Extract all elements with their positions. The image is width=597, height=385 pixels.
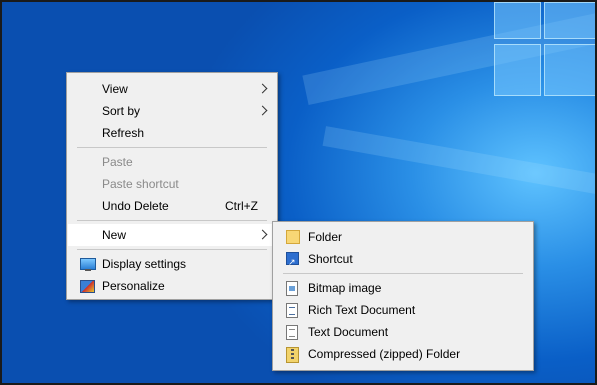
chevron-right-icon [257, 83, 268, 94]
folder-icon [286, 230, 300, 244]
shortcut-icon [286, 251, 299, 273]
menu-item-refresh[interactable]: Refresh [68, 122, 276, 144]
light-beam [322, 126, 595, 198]
chevron-right-icon [257, 105, 268, 116]
submenu-item-rich-text-document[interactable]: Rich Text Document [274, 299, 532, 321]
menu-separator [77, 220, 267, 221]
menu-item-label: Personalize [102, 279, 165, 293]
menu-item-new[interactable]: New [68, 224, 276, 246]
submenu-item-shortcut[interactable]: Shortcut [274, 248, 532, 273]
menu-item-label: Display settings [102, 257, 187, 271]
submenu-item-label: Compressed (zipped) Folder [308, 347, 461, 361]
menu-item-display-settings[interactable]: Display settings [68, 253, 276, 275]
menu-item-personalize[interactable]: Personalize [68, 275, 276, 297]
submenu-item-text-document[interactable]: Text Document [274, 321, 532, 343]
menu-item-view[interactable]: View [68, 78, 276, 100]
text-document-icon [286, 325, 298, 340]
logo-pane [544, 44, 595, 96]
menu-item-paste-shortcut: Paste shortcut [68, 173, 276, 195]
desktop[interactable]: View Sort by Refresh Paste Paste shortcu… [0, 0, 597, 385]
submenu-item-compressed-folder[interactable]: Compressed (zipped) Folder [274, 343, 532, 365]
submenu-item-label: Shortcut [308, 252, 353, 266]
menu-item-label: Paste [102, 155, 133, 169]
logo-pane [494, 44, 541, 96]
menu-separator [77, 249, 267, 250]
personalize-icon [80, 280, 95, 293]
logo-pane [544, 2, 595, 39]
menu-separator [283, 273, 523, 274]
menu-item-sort-by[interactable]: Sort by [68, 100, 276, 122]
menu-item-undo-delete[interactable]: Undo Delete Ctrl+Z [68, 195, 276, 217]
menu-item-paste: Paste [68, 151, 276, 173]
submenu-item-folder[interactable]: Folder [274, 226, 532, 248]
submenu-item-label: Bitmap image [308, 281, 382, 295]
chevron-right-icon [257, 229, 268, 240]
submenu-item-label: Text Document [308, 325, 389, 339]
submenu-item-label: Folder [308, 230, 343, 244]
desktop-context-menu: View Sort by Refresh Paste Paste shortcu… [66, 72, 278, 300]
menu-item-label: Sort by [102, 104, 141, 118]
display-icon [80, 258, 96, 271]
menu-item-label: Paste shortcut [102, 177, 179, 191]
logo-pane [494, 2, 541, 39]
submenu-item-bitmap-image[interactable]: Bitmap image [274, 277, 532, 299]
menu-item-label: Refresh [102, 126, 145, 140]
submenu-item-label: Rich Text Document [308, 303, 416, 317]
menu-item-label: New [102, 228, 127, 242]
keyboard-shortcut: Ctrl+Z [225, 199, 258, 213]
windows-logo [494, 2, 595, 132]
new-submenu: Folder Shortcut Bitmap image Rich Text D… [272, 221, 534, 371]
menu-item-label: Undo Delete [102, 199, 169, 213]
menu-separator [77, 147, 267, 148]
zip-folder-icon [286, 347, 299, 363]
menu-item-label: View [102, 82, 128, 96]
rtf-icon [286, 303, 298, 318]
bitmap-icon [286, 281, 298, 296]
